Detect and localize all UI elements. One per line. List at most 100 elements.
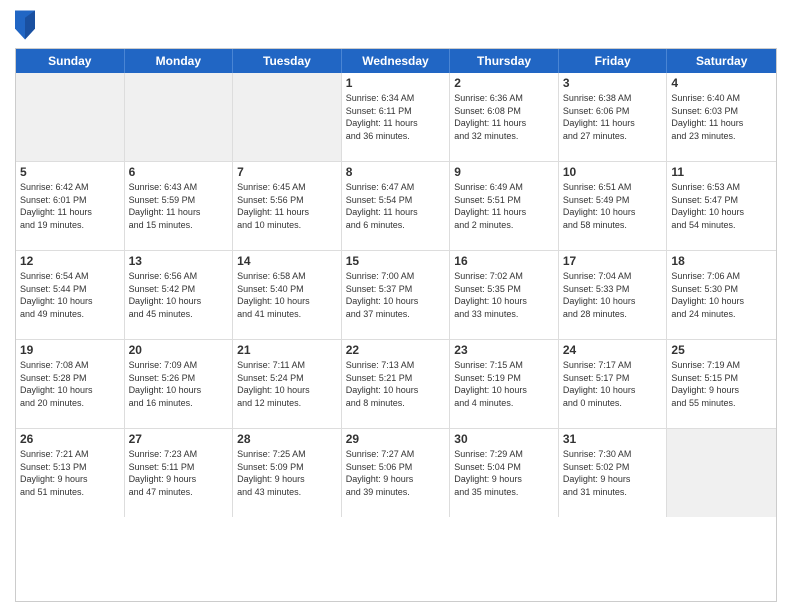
header (15, 10, 777, 40)
weekday-header: Monday (125, 49, 234, 73)
day-info: Sunrise: 6:54 AM Sunset: 5:44 PM Dayligh… (20, 270, 120, 320)
calendar-week-row: 19Sunrise: 7:08 AM Sunset: 5:28 PM Dayli… (16, 340, 776, 429)
calendar-cell: 18Sunrise: 7:06 AM Sunset: 5:30 PM Dayli… (667, 251, 776, 339)
day-number: 23 (454, 343, 554, 357)
calendar-cell: 4 Sunrise: 6:40 AM Sunset: 6:03 PM Daylig… (667, 73, 776, 161)
calendar-header: SundayMondayTuesdayWednesdayThursdayFrid… (16, 49, 776, 73)
calendar-cell: 11Sunrise: 6:53 AM Sunset: 5:47 PM Dayli… (667, 162, 776, 250)
calendar-cell: 9Sunrise: 6:49 AM Sunset: 5:51 PM Daylig… (450, 162, 559, 250)
calendar-cell: 14Sunrise: 6:58 AM Sunset: 5:40 PM Dayli… (233, 251, 342, 339)
day-info: Sunrise: 6:51 AM Sunset: 5:49 PM Dayligh… (563, 181, 663, 231)
day-number: 13 (129, 254, 229, 268)
day-number: 11 (671, 165, 772, 179)
weekday-header: Wednesday (342, 49, 451, 73)
day-number: 18 (671, 254, 772, 268)
day-info: Sunrise: 7:23 AM Sunset: 5:11 PM Dayligh… (129, 448, 229, 498)
day-number: 16 (454, 254, 554, 268)
calendar-cell: 31 Sunrise: 7:30 AM Sunset: 5:02 PM Dayli… (559, 429, 668, 517)
calendar-cell: 17 Sunrise: 7:04 AM Sunset: 5:33 PM Dayli… (559, 251, 668, 339)
day-number: 24 (563, 343, 663, 357)
day-info: Sunrise: 6:42 AM Sunset: 6:01 PM Dayligh… (20, 181, 120, 231)
weekday-header: Sunday (16, 49, 125, 73)
day-number: 30 (454, 432, 554, 446)
day-number: 15 (346, 254, 446, 268)
day-number: 21 (237, 343, 337, 357)
day-info: Sunrise: 7:19 AM Sunset: 5:15 PM Dayligh… (671, 359, 772, 409)
calendar-body: 1 Sunrise: 6:34 AM Sunset: 6:11 PM Daylig… (16, 73, 776, 517)
calendar-cell: 29 Sunrise: 7:27 AM Sunset: 5:06 PM Dayli… (342, 429, 451, 517)
day-number: 31 (563, 432, 663, 446)
calendar-cell: 28 Sunrise: 7:25 AM Sunset: 5:09 PM Dayli… (233, 429, 342, 517)
day-number: 26 (20, 432, 120, 446)
day-info: Sunrise: 6:58 AM Sunset: 5:40 PM Dayligh… (237, 270, 337, 320)
calendar-cell: 15Sunrise: 7:00 AM Sunset: 5:37 PM Dayli… (342, 251, 451, 339)
day-info: Sunrise: 7:15 AM Sunset: 5:19 PM Dayligh… (454, 359, 554, 409)
day-info: Sunrise: 6:43 AM Sunset: 5:59 PM Dayligh… (129, 181, 229, 231)
logo (15, 10, 38, 40)
day-info: Sunrise: 7:17 AM Sunset: 5:17 PM Dayligh… (563, 359, 663, 409)
calendar-cell: 6 Sunrise: 6:43 AM Sunset: 5:59 PM Daylig… (125, 162, 234, 250)
day-info: Sunrise: 6:40 AM Sunset: 6:03 PM Dayligh… (671, 92, 772, 142)
calendar-cell (233, 73, 342, 161)
weekday-header: Thursday (450, 49, 559, 73)
calendar-cell: 20 Sunrise: 7:09 AM Sunset: 5:26 PM Dayli… (125, 340, 234, 428)
calendar-week-row: 12 Sunrise: 6:54 AM Sunset: 5:44 PM Dayli… (16, 251, 776, 340)
day-info: Sunrise: 7:30 AM Sunset: 5:02 PM Dayligh… (563, 448, 663, 498)
calendar-cell: 3Sunrise: 6:38 AM Sunset: 6:06 PM Daylig… (559, 73, 668, 161)
day-number: 6 (129, 165, 229, 179)
day-number: 12 (20, 254, 120, 268)
calendar-cell: 26 Sunrise: 7:21 AM Sunset: 5:13 PM Dayli… (16, 429, 125, 517)
calendar-cell: 7Sunrise: 6:45 AM Sunset: 5:56 PM Daylig… (233, 162, 342, 250)
day-number: 17 (563, 254, 663, 268)
calendar-cell: 25 Sunrise: 7:19 AM Sunset: 5:15 PM Dayli… (667, 340, 776, 428)
calendar-cell (667, 429, 776, 517)
calendar: SundayMondayTuesdayWednesdayThursdayFrid… (15, 48, 777, 602)
day-info: Sunrise: 7:13 AM Sunset: 5:21 PM Dayligh… (346, 359, 446, 409)
calendar-cell: 5 Sunrise: 6:42 AM Sunset: 6:01 PM Daylig… (16, 162, 125, 250)
day-info: Sunrise: 7:04 AM Sunset: 5:33 PM Dayligh… (563, 270, 663, 320)
day-number: 8 (346, 165, 446, 179)
day-info: Sunrise: 6:49 AM Sunset: 5:51 PM Dayligh… (454, 181, 554, 231)
calendar-cell: 13 Sunrise: 6:56 AM Sunset: 5:42 PM Dayli… (125, 251, 234, 339)
day-info: Sunrise: 7:25 AM Sunset: 5:09 PM Dayligh… (237, 448, 337, 498)
day-info: Sunrise: 6:47 AM Sunset: 5:54 PM Dayligh… (346, 181, 446, 231)
calendar-week-row: 1 Sunrise: 6:34 AM Sunset: 6:11 PM Daylig… (16, 73, 776, 162)
day-number: 5 (20, 165, 120, 179)
day-number: 25 (671, 343, 772, 357)
calendar-cell: 1 Sunrise: 6:34 AM Sunset: 6:11 PM Daylig… (342, 73, 451, 161)
calendar-cell: 10 Sunrise: 6:51 AM Sunset: 5:49 PM Dayli… (559, 162, 668, 250)
day-info: Sunrise: 7:29 AM Sunset: 5:04 PM Dayligh… (454, 448, 554, 498)
day-number: 28 (237, 432, 337, 446)
day-info: Sunrise: 7:08 AM Sunset: 5:28 PM Dayligh… (20, 359, 120, 409)
day-number: 4 (671, 76, 772, 90)
calendar-week-row: 26 Sunrise: 7:21 AM Sunset: 5:13 PM Dayli… (16, 429, 776, 517)
day-info: Sunrise: 7:09 AM Sunset: 5:26 PM Dayligh… (129, 359, 229, 409)
calendar-cell: 19Sunrise: 7:08 AM Sunset: 5:28 PM Dayli… (16, 340, 125, 428)
day-info: Sunrise: 7:27 AM Sunset: 5:06 PM Dayligh… (346, 448, 446, 498)
logo-icon (15, 10, 35, 40)
day-info: Sunrise: 6:56 AM Sunset: 5:42 PM Dayligh… (129, 270, 229, 320)
calendar-cell: 12 Sunrise: 6:54 AM Sunset: 5:44 PM Dayli… (16, 251, 125, 339)
day-number: 1 (346, 76, 446, 90)
day-info: Sunrise: 7:02 AM Sunset: 5:35 PM Dayligh… (454, 270, 554, 320)
day-info: Sunrise: 6:45 AM Sunset: 5:56 PM Dayligh… (237, 181, 337, 231)
calendar-cell (125, 73, 234, 161)
day-number: 20 (129, 343, 229, 357)
day-info: Sunrise: 7:11 AM Sunset: 5:24 PM Dayligh… (237, 359, 337, 409)
calendar-cell: 2Sunrise: 6:36 AM Sunset: 6:08 PM Daylig… (450, 73, 559, 161)
day-number: 27 (129, 432, 229, 446)
calendar-cell: 21 Sunrise: 7:11 AM Sunset: 5:24 PM Dayli… (233, 340, 342, 428)
day-number: 3 (563, 76, 663, 90)
calendar-cell: 22Sunrise: 7:13 AM Sunset: 5:21 PM Dayli… (342, 340, 451, 428)
day-number: 29 (346, 432, 446, 446)
calendar-cell: 8 Sunrise: 6:47 AM Sunset: 5:54 PM Daylig… (342, 162, 451, 250)
calendar-week-row: 5 Sunrise: 6:42 AM Sunset: 6:01 PM Daylig… (16, 162, 776, 251)
weekday-header: Friday (559, 49, 668, 73)
day-info: Sunrise: 6:36 AM Sunset: 6:08 PM Dayligh… (454, 92, 554, 142)
page: SundayMondayTuesdayWednesdayThursdayFrid… (0, 0, 792, 612)
day-info: Sunrise: 6:34 AM Sunset: 6:11 PM Dayligh… (346, 92, 446, 142)
calendar-cell: 16 Sunrise: 7:02 AM Sunset: 5:35 PM Dayli… (450, 251, 559, 339)
day-info: Sunrise: 7:21 AM Sunset: 5:13 PM Dayligh… (20, 448, 120, 498)
day-number: 10 (563, 165, 663, 179)
calendar-cell: 30 Sunrise: 7:29 AM Sunset: 5:04 PM Dayli… (450, 429, 559, 517)
